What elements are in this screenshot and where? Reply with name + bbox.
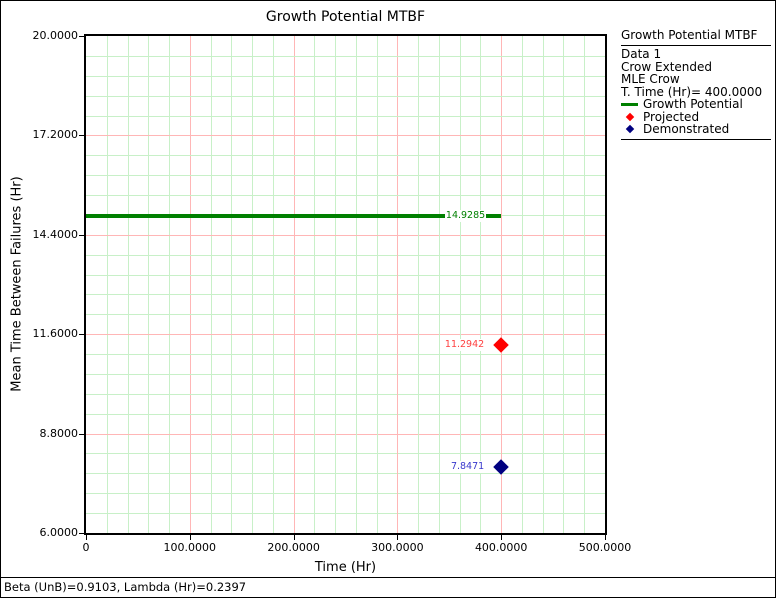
y-tick-label: 17.2000 — [1, 128, 78, 142]
plot-area: 14.9285 11.2942 7.8471 — [84, 34, 607, 535]
minor-gridline-h — [86, 56, 605, 57]
y-tick-label: 20.0000 — [1, 29, 78, 43]
x-axis-title: Time (Hr) — [84, 560, 607, 575]
minor-gridline-v — [584, 36, 585, 533]
legend-item-growth-potential: Growth Potential — [621, 98, 771, 111]
demonstrated-diamond-icon — [621, 126, 638, 132]
y-axis-tick — [79, 135, 84, 136]
minor-gridline-v — [252, 36, 253, 533]
x-tick-label: 100.0000 — [150, 541, 230, 554]
projected-marker — [493, 337, 509, 353]
y-tick-label: 8.8000 — [1, 427, 78, 441]
x-axis-tick — [605, 535, 606, 540]
plot-region: Growth Potential MTBF 14.9285 11.2942 7.84… — [1, 1, 775, 597]
major-gridline-h — [86, 235, 605, 236]
legend-info-ttime: T. Time (Hr)= 400.0000 — [621, 86, 771, 99]
minor-gridline-h — [86, 294, 605, 295]
minor-gridline-h — [86, 155, 605, 156]
minor-gridline-v — [480, 36, 481, 533]
minor-gridline-v — [522, 36, 523, 533]
minor-gridline-h — [86, 76, 605, 77]
minor-gridline-v — [418, 36, 419, 533]
minor-gridline-h — [86, 453, 605, 454]
growth-potential-value-label: 14.9285 — [445, 210, 486, 222]
major-gridline-h — [86, 135, 605, 136]
x-axis-tick — [501, 535, 502, 540]
minor-gridline-h — [86, 374, 605, 375]
minor-gridline-v — [107, 36, 108, 533]
minor-gridline-h — [86, 493, 605, 494]
legend-info-dataset: Data 1 — [621, 48, 771, 61]
projected-value-label: 11.2942 — [444, 339, 485, 351]
minor-gridline-v — [356, 36, 357, 533]
minor-gridline-h — [86, 195, 605, 196]
minor-gridline-h — [86, 473, 605, 474]
minor-gridline-h — [86, 414, 605, 415]
legend-item-projected: Projected — [621, 111, 771, 124]
minor-gridline-h — [86, 96, 605, 97]
minor-gridline-v — [169, 36, 170, 533]
y-tick-label: 11.6000 — [1, 327, 78, 341]
minor-gridline-h — [86, 255, 605, 256]
minor-gridline-h — [86, 354, 605, 355]
minor-gridline-h — [86, 175, 605, 176]
x-axis-tick — [294, 535, 295, 540]
growth-potential-line-icon — [621, 103, 638, 106]
y-axis-tick — [79, 36, 84, 37]
x-tick-label: 300.0000 — [357, 541, 437, 554]
y-tick-label: 14.4000 — [1, 228, 78, 242]
minor-gridline-v — [128, 36, 129, 533]
x-tick-label: 0 — [46, 541, 126, 554]
x-tick-label: 200.0000 — [254, 541, 334, 554]
minor-gridline-v — [460, 36, 461, 533]
minor-gridline-v — [563, 36, 564, 533]
projected-diamond-icon — [621, 114, 638, 120]
major-gridline-v — [294, 36, 295, 533]
minor-gridline-h — [86, 275, 605, 276]
minor-gridline-h — [86, 394, 605, 395]
legend-info-method: MLE Crow — [621, 73, 771, 86]
y-axis-tick — [79, 533, 84, 534]
legend-title: Growth Potential MTBF — [621, 29, 771, 46]
major-gridline-h — [86, 434, 605, 435]
x-tick-label: 400.0000 — [461, 541, 541, 554]
x-axis-tick — [86, 535, 87, 540]
major-gridline-h — [86, 334, 605, 335]
y-axis-title: Mean Time Between Failures (Hr) — [10, 176, 25, 391]
minor-gridline-v — [211, 36, 212, 533]
major-gridline-v — [501, 36, 502, 533]
minor-gridline-v — [439, 36, 440, 533]
chart-title: Growth Potential MTBF — [84, 9, 607, 25]
minor-gridline-v — [148, 36, 149, 533]
minor-gridline-v — [543, 36, 544, 533]
legend: Growth Potential MTBF Data 1 Crow Extend… — [621, 29, 771, 140]
growth-potential-line — [86, 214, 501, 218]
demonstrated-value-label: 7.8471 — [450, 461, 485, 473]
minor-gridline-v — [377, 36, 378, 533]
x-axis-tick — [397, 535, 398, 540]
minor-gridline-v — [273, 36, 274, 533]
minor-gridline-h — [86, 116, 605, 117]
chart-window: Growth Potential MTBF 14.9285 11.2942 7.84… — [0, 0, 776, 598]
minor-gridline-h — [86, 513, 605, 514]
x-axis-tick — [190, 535, 191, 540]
y-tick-label: 6.0000 — [1, 526, 78, 540]
x-tick-label: 500.0000 — [565, 541, 645, 554]
status-bar: Beta (UnB)=0.9103, Lambda (Hr)=0.2397 — [1, 577, 775, 597]
major-gridline-v — [397, 36, 398, 533]
y-axis-tick — [79, 334, 84, 335]
minor-gridline-h — [86, 314, 605, 315]
minor-gridline-v — [335, 36, 336, 533]
major-gridline-v — [190, 36, 191, 533]
y-axis-tick — [79, 434, 84, 435]
minor-gridline-v — [231, 36, 232, 533]
legend-item-label: Demonstrated — [643, 122, 729, 136]
legend-item-demonstrated: Demonstrated — [621, 123, 771, 136]
y-axis-tick — [79, 235, 84, 236]
minor-gridline-v — [314, 36, 315, 533]
